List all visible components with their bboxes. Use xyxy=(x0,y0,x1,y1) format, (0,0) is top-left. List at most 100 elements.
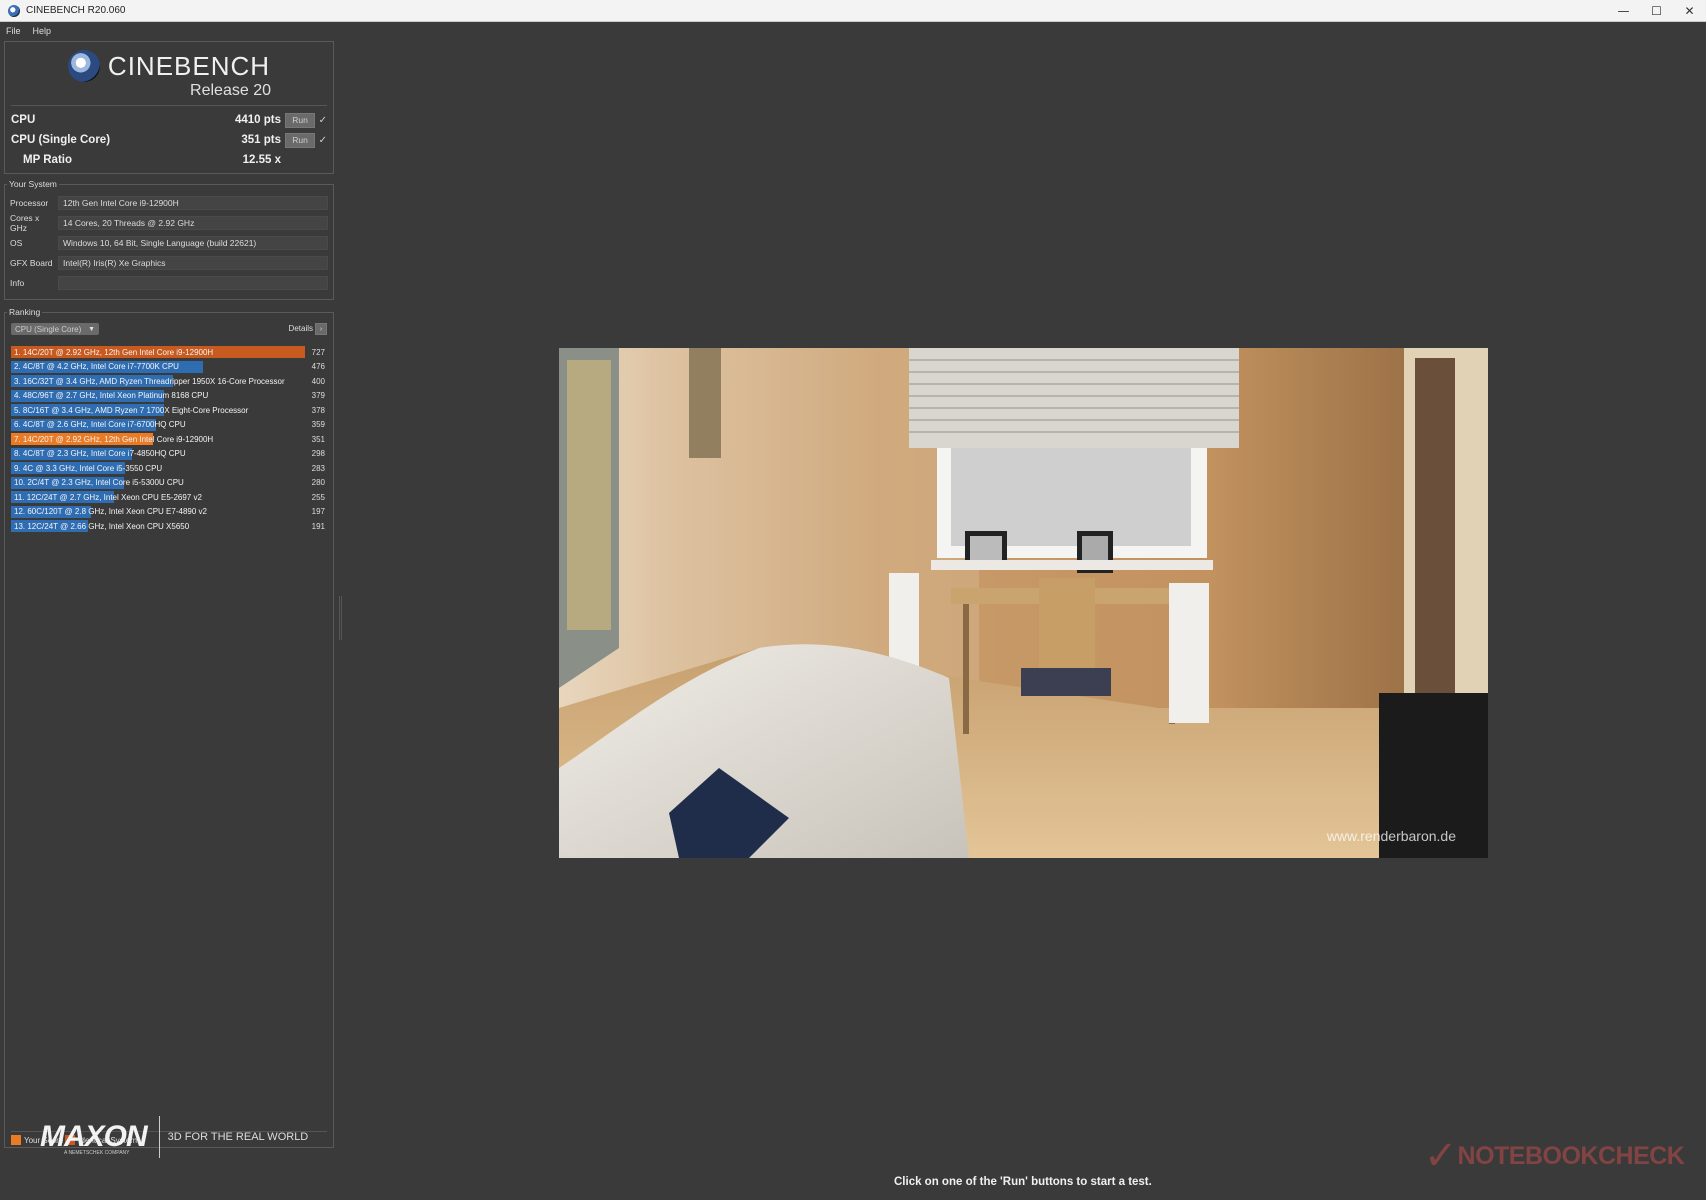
ranking-item[interactable]: 12. 60C/120T @ 2.8 GHz, Intel Xeon CPU E… xyxy=(11,505,327,520)
check-icon: ✓ xyxy=(318,114,327,126)
maximize-icon[interactable]: ☐ xyxy=(1640,0,1673,22)
ranking-item[interactable]: 13. 12C/24T @ 2.66 GHz, Intel Xeon CPU X… xyxy=(11,519,327,534)
ranking-item[interactable]: 11. 12C/24T @ 2.7 GHz, Intel Xeon CPU E5… xyxy=(11,490,327,505)
close-icon[interactable]: ✕ xyxy=(1673,0,1706,22)
left-panel: CINEBENCH Release 20 CPU 4410 pts Run ✓ … xyxy=(0,40,338,1200)
ranking-item[interactable]: 5. 8C/16T @ 3.4 GHz, AMD Ryzen 7 1700X E… xyxy=(11,403,327,418)
ranking-title: Ranking xyxy=(7,307,43,317)
menu-help[interactable]: Help xyxy=(27,26,58,36)
ranking-score: 727 xyxy=(311,347,325,357)
ranking-item[interactable]: 10. 2C/4T @ 2.3 GHz, Intel Core i5-5300U… xyxy=(11,476,327,491)
system-value: 12th Gen Intel Core i9-12900H xyxy=(58,196,328,210)
notebookcheck-text: NOTEBOOKCHECK xyxy=(1457,1141,1685,1170)
ranking-score: 379 xyxy=(311,391,325,401)
ranking-score: 351 xyxy=(311,434,325,444)
ranking-score: 400 xyxy=(311,376,325,386)
title-bar: CINEBENCH R20.060 — ☐ ✕ xyxy=(0,0,1706,22)
your-system-title: Your System xyxy=(7,179,59,189)
ranking-label: 6. 4C/8T @ 2.6 GHz, Intel Core i7-6700HQ… xyxy=(14,420,186,430)
ranking-label: 7. 14C/20T @ 2.92 GHz, 12th Gen Intel Co… xyxy=(14,434,214,444)
cinebench-app-icon xyxy=(8,4,20,17)
system-key: OS xyxy=(10,238,23,248)
check-icon: ✓ xyxy=(318,134,327,146)
score-panel: CINEBENCH Release 20 CPU 4410 pts Run ✓ … xyxy=(4,41,334,174)
logo-release: Release 20 xyxy=(190,82,271,99)
ranking-toolbar: CPU (Single Core) ▼ Details › xyxy=(11,323,327,335)
info-field[interactable] xyxy=(58,276,328,290)
room-scene-illustration xyxy=(559,348,1488,858)
ranking-panel: Ranking CPU (Single Core) ▼ Details › 1.… xyxy=(4,307,334,1148)
ranking-score: 191 xyxy=(311,521,325,531)
logo-name: CINEBENCH xyxy=(107,50,271,81)
your-score-swatch xyxy=(11,1135,21,1145)
your-system-panel: Your System Processor 12th Gen Intel Cor… xyxy=(4,179,334,300)
ranking-item[interactable]: 2. 4C/8T @ 4.2 GHz, Intel Core i7-7700K … xyxy=(11,360,327,375)
ranking-score: 283 xyxy=(311,463,325,473)
notebookcheck-watermark: ✓ NOTEBOOKCHECK xyxy=(1424,1133,1685,1179)
ranking-item[interactable]: 9. 4C @ 3.3 GHz, Intel Core i5-3550 CPU 2… xyxy=(11,461,327,476)
checkmark-logo-icon: ✓ xyxy=(1424,1133,1458,1179)
maxon-tagline: 3D FOR THE REAL WORLD xyxy=(167,1131,309,1143)
ranking-label: 1. 14C/20T @ 2.92 GHz, 12th Gen Intel Co… xyxy=(14,347,214,357)
mp-ratio-value: 12.55 x xyxy=(242,154,281,166)
details-label[interactable]: Details xyxy=(289,324,313,333)
window-title: CINEBENCH R20.060 xyxy=(26,5,126,16)
window-controls: — ☐ ✕ xyxy=(1607,0,1706,22)
mp-ratio-label: MP Ratio xyxy=(23,154,72,166)
ranking-score: 476 xyxy=(311,362,325,372)
divider xyxy=(11,105,327,106)
ranking-item[interactable]: 7. 14C/20T @ 2.92 GHz, 12th Gen Intel Co… xyxy=(11,432,327,447)
maxon-brand: MAXON xyxy=(40,1120,148,1153)
system-value: Windows 10, 64 Bit, Single Language (bui… xyxy=(58,236,328,250)
ranking-label: 12. 60C/120T @ 2.8 GHz, Intel Xeon CPU E… xyxy=(14,507,207,517)
maxon-logo: MAXON A NEMETSCHEK COMPANY 3D FOR THE RE… xyxy=(40,1116,308,1158)
maxon-subtitle: A NEMETSCHEK COMPANY xyxy=(64,1150,130,1156)
system-key: Info xyxy=(10,278,25,288)
ranking-mode-select[interactable]: CPU (Single Core) ▼ xyxy=(11,323,99,335)
ranking-score: 280 xyxy=(311,478,325,488)
ranking-item[interactable]: 4. 48C/96T @ 2.7 GHz, Intel Xeon Platinu… xyxy=(11,389,327,404)
minimize-icon[interactable]: — xyxy=(1607,0,1640,22)
system-key: Processor xyxy=(10,198,49,208)
single-core-score: 351 pts xyxy=(241,134,281,146)
ranking-label: 2. 4C/8T @ 4.2 GHz, Intel Core i7-7700K … xyxy=(14,362,179,372)
ranking-score: 359 xyxy=(311,420,325,430)
panel-splitter[interactable] xyxy=(339,596,342,640)
system-row-gfx: GFX Board Intel(R) Iris(R) Xe Graphics xyxy=(10,255,328,271)
menu-bar: File Help xyxy=(0,22,1706,40)
system-value: 14 Cores, 20 Threads @ 2.92 GHz xyxy=(58,216,328,230)
ranking-label: 9. 4C @ 3.3 GHz, Intel Core i5-3550 CPU xyxy=(14,463,163,473)
ranking-label: 10. 2C/4T @ 2.3 GHz, Intel Core i5-5300U… xyxy=(14,478,184,488)
renderbaron-watermark: www.renderbaron.de xyxy=(1326,828,1456,844)
ranking-label: 4. 48C/96T @ 2.7 GHz, Intel Xeon Platinu… xyxy=(14,391,209,401)
single-core-run-button[interactable]: Run xyxy=(285,132,315,148)
ranking-label: 3. 16C/32T @ 3.4 GHz, AMD Ryzen Threadri… xyxy=(14,376,285,386)
details-toggle-button[interactable]: › xyxy=(315,323,327,335)
mp-ratio-row: MP Ratio 12.55 x xyxy=(11,151,327,169)
system-key: GFX Board xyxy=(10,258,53,268)
ranking-score: 378 xyxy=(311,405,325,415)
ranking-score: 298 xyxy=(311,449,325,459)
ranking-label: 8. 4C/8T @ 2.3 GHz, Intel Core i7-4850HQ… xyxy=(14,449,186,459)
render-preview-image: www.renderbaron.de xyxy=(559,348,1488,858)
status-hint: Click on one of the 'Run' buttons to sta… xyxy=(894,1176,1152,1188)
system-row-cores: Cores x GHz 14 Cores, 20 Threads @ 2.92 … xyxy=(10,213,328,233)
ranking-score: 255 xyxy=(311,492,325,502)
cpu-run-button[interactable]: Run xyxy=(285,112,315,128)
ranking-item[interactable]: 6. 4C/8T @ 2.6 GHz, Intel Core i7-6700HQ… xyxy=(11,418,327,433)
ranking-score: 197 xyxy=(311,507,325,517)
cpu-score-row: CPU 4410 pts Run ✓ xyxy=(11,111,327,129)
cinebench-sphere-icon xyxy=(67,50,100,82)
ranking-list: 1. 14C/20T @ 2.92 GHz, 12th Gen Intel Co… xyxy=(11,345,327,534)
ranking-item[interactable]: 1. 14C/20T @ 2.92 GHz, 12th Gen Intel Co… xyxy=(11,345,327,360)
ranking-mode-value: CPU (Single Core) xyxy=(15,324,82,334)
system-row-processor: Processor 12th Gen Intel Core i9-12900H xyxy=(10,195,328,211)
menu-file[interactable]: File xyxy=(0,26,27,36)
system-row-os: OS Windows 10, 64 Bit, Single Language (… xyxy=(10,235,328,251)
ranking-label: 5. 8C/16T @ 3.4 GHz, AMD Ryzen 7 1700X E… xyxy=(14,405,249,415)
ranking-item[interactable]: 3. 16C/32T @ 3.4 GHz, AMD Ryzen Threadri… xyxy=(11,374,327,389)
cpu-score: 4410 pts xyxy=(234,114,281,126)
system-key: Cores x GHz xyxy=(10,213,40,233)
ranking-item[interactable]: 8. 4C/8T @ 2.3 GHz, Intel Core i7-4850HQ… xyxy=(11,447,327,462)
system-value: Intel(R) Iris(R) Xe Graphics xyxy=(58,256,328,270)
